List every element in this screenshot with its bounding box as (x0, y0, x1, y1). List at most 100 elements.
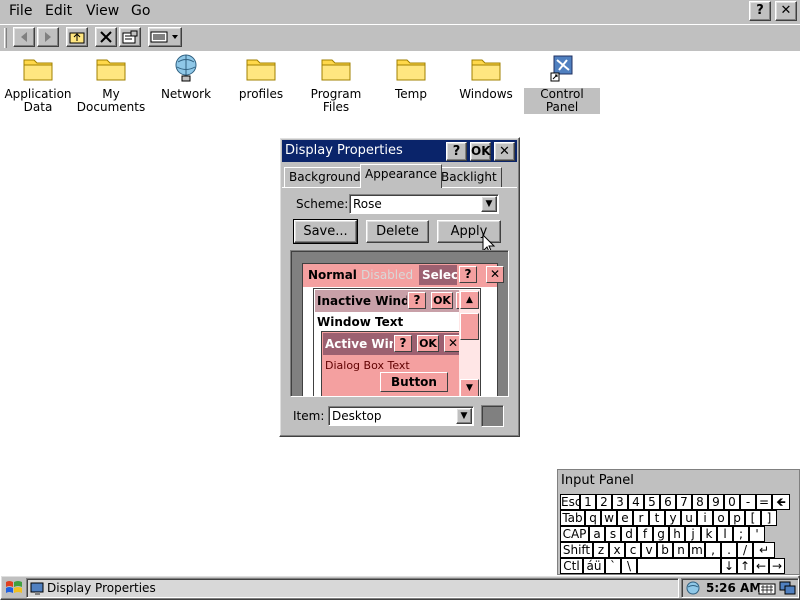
desktop-icon-control-panel[interactable]: Control Panel (524, 52, 600, 114)
keyboard-key[interactable]: u (681, 510, 697, 526)
desktop-icon-program-files[interactable]: Program Files (298, 52, 374, 114)
keyboard-key[interactable]: p (729, 510, 745, 526)
keyboard-key[interactable]: ↓ (721, 558, 737, 574)
chevron-down-icon[interactable]: ▼ (481, 196, 497, 212)
desktop-icon-windows[interactable]: Windows (448, 52, 524, 101)
back-button[interactable] (13, 27, 35, 47)
help-button[interactable]: ? (749, 1, 771, 21)
clock[interactable]: 5:26 AM (706, 581, 761, 595)
delete-button[interactable] (95, 27, 117, 47)
keyboard-key[interactable]: e (617, 510, 633, 526)
keyboard-key[interactable]: áü (583, 558, 605, 574)
keyboard-key[interactable]: ↵ (753, 542, 775, 558)
input-panel-title[interactable]: Input Panel (559, 471, 798, 491)
keyboard-key[interactable]: w (601, 510, 617, 526)
desktop-icon-network[interactable]: Network (148, 52, 224, 101)
keyboard-key[interactable]: a (589, 526, 605, 542)
keyboard-key[interactable]: f (637, 526, 653, 542)
keyboard-key[interactable]: 9 (708, 494, 724, 510)
up-folder-button[interactable] (66, 27, 88, 47)
keyboard-key[interactable]: 5 (644, 494, 660, 510)
tab-background[interactable]: Background (284, 167, 366, 188)
keyboard-key[interactable]: , (705, 542, 721, 558)
item-color-swatch[interactable] (481, 405, 504, 427)
dialog-close-button[interactable]: ✕ (494, 142, 515, 161)
keyboard-key[interactable]: o (713, 510, 729, 526)
menu-edit[interactable]: Edit (45, 3, 72, 19)
desktop-icon-application-data[interactable]: Application Data (0, 52, 76, 114)
keyboard-key[interactable]: Ctl (560, 558, 583, 574)
keyboard-key[interactable]: . (721, 542, 737, 558)
keyboard-key[interactable]: → (769, 558, 785, 574)
forward-button[interactable] (37, 27, 59, 47)
keyboard-key[interactable]: CAP (560, 526, 589, 542)
keyboard-key[interactable]: z (593, 542, 609, 558)
keyboard-key[interactable]: v (641, 542, 657, 558)
keyboard-key[interactable]: Shift (560, 542, 593, 558)
view-mode-button[interactable] (148, 27, 182, 47)
keyboard-key[interactable]: \ (621, 558, 637, 574)
keyboard-key[interactable]: 3 (612, 494, 628, 510)
keyboard-key[interactable]: l (717, 526, 733, 542)
keyboard-key[interactable]: 6 (660, 494, 676, 510)
keyboard-key[interactable]: k (701, 526, 717, 542)
keyboard-key[interactable]: ' (749, 526, 765, 542)
keyboard-key[interactable]: 7 (676, 494, 692, 510)
keyboard-key[interactable]: ; (733, 526, 749, 542)
menu-go[interactable]: Go (131, 3, 150, 19)
keyboard-key[interactable]: / (737, 542, 753, 558)
keyboard-key[interactable]: i (697, 510, 713, 526)
show-desktop-icon[interactable] (779, 581, 797, 596)
keyboard-key[interactable]: ] (761, 510, 777, 526)
keyboard-key[interactable]: t (649, 510, 665, 526)
keyboard-key[interactable]: q (585, 510, 601, 526)
keyboard-key[interactable]: ` (605, 558, 621, 574)
menu-file[interactable]: File (9, 3, 32, 19)
keyboard-key[interactable]: [ (745, 510, 761, 526)
keyboard-key[interactable]: 🡸 (772, 494, 790, 510)
keyboard-key[interactable]: x (609, 542, 625, 558)
desktop-icon-my-documents[interactable]: My Documents (73, 52, 149, 114)
taskbar-task-display-properties[interactable]: Display Properties (26, 578, 679, 598)
keyboard-key[interactable]: - (740, 494, 756, 510)
tab-backlight[interactable]: Backlight (436, 167, 502, 188)
keyboard-key[interactable]: s (605, 526, 621, 542)
keyboard-icon[interactable] (758, 581, 776, 596)
keyboard-key[interactable]: Esc (560, 494, 581, 510)
network-connection-icon[interactable] (685, 581, 701, 596)
scheme-select[interactable]: Rose ▼ (349, 194, 499, 214)
keyboard-key[interactable]: b (657, 542, 673, 558)
chevron-down-icon[interactable]: ▼ (456, 408, 472, 424)
keyboard-key[interactable]: y (665, 510, 681, 526)
keyboard-key[interactable]: g (653, 526, 669, 542)
keyboard-key[interactable]: 4 (628, 494, 644, 510)
close-button[interactable]: ✕ (775, 1, 797, 21)
keyboard-key[interactable]: Tab (560, 510, 585, 526)
desktop-icon-temp[interactable]: Temp (373, 52, 449, 101)
keyboard-key[interactable]: n (673, 542, 689, 558)
tab-appearance[interactable]: Appearance (360, 164, 443, 188)
toolbar-grip[interactable] (4, 28, 7, 48)
keyboard-key[interactable]: 8 (692, 494, 708, 510)
menu-view[interactable]: View (86, 3, 119, 19)
properties-button[interactable] (119, 27, 141, 47)
keyboard-key[interactable]: j (685, 526, 701, 542)
keyboard-key[interactable]: 0 (724, 494, 740, 510)
keyboard-key[interactable]: = (756, 494, 772, 510)
dialog-help-button[interactable]: ? (446, 142, 467, 161)
start-windows-logo-icon[interactable] (4, 579, 24, 597)
keyboard-key[interactable]: ↑ (737, 558, 753, 574)
keyboard-key[interactable]: 1 (580, 494, 596, 510)
keyboard-key[interactable]: 2 (596, 494, 612, 510)
desktop-icon-profiles[interactable]: profiles (223, 52, 299, 101)
keyboard-key[interactable]: ← (753, 558, 769, 574)
item-select[interactable]: Desktop ▼ (328, 406, 474, 426)
keyboard-key[interactable]: d (621, 526, 637, 542)
delete-scheme-button[interactable]: Delete (366, 220, 429, 243)
keyboard-key[interactable]: r (633, 510, 649, 526)
dialog-ok-button[interactable]: OK (470, 142, 491, 161)
dialog-title-bar[interactable]: Display Properties ? OK ✕ (282, 140, 517, 162)
keyboard-key[interactable]: c (625, 542, 641, 558)
keyboard-key[interactable]: m (689, 542, 705, 558)
keyboard-key[interactable]: h (669, 526, 685, 542)
